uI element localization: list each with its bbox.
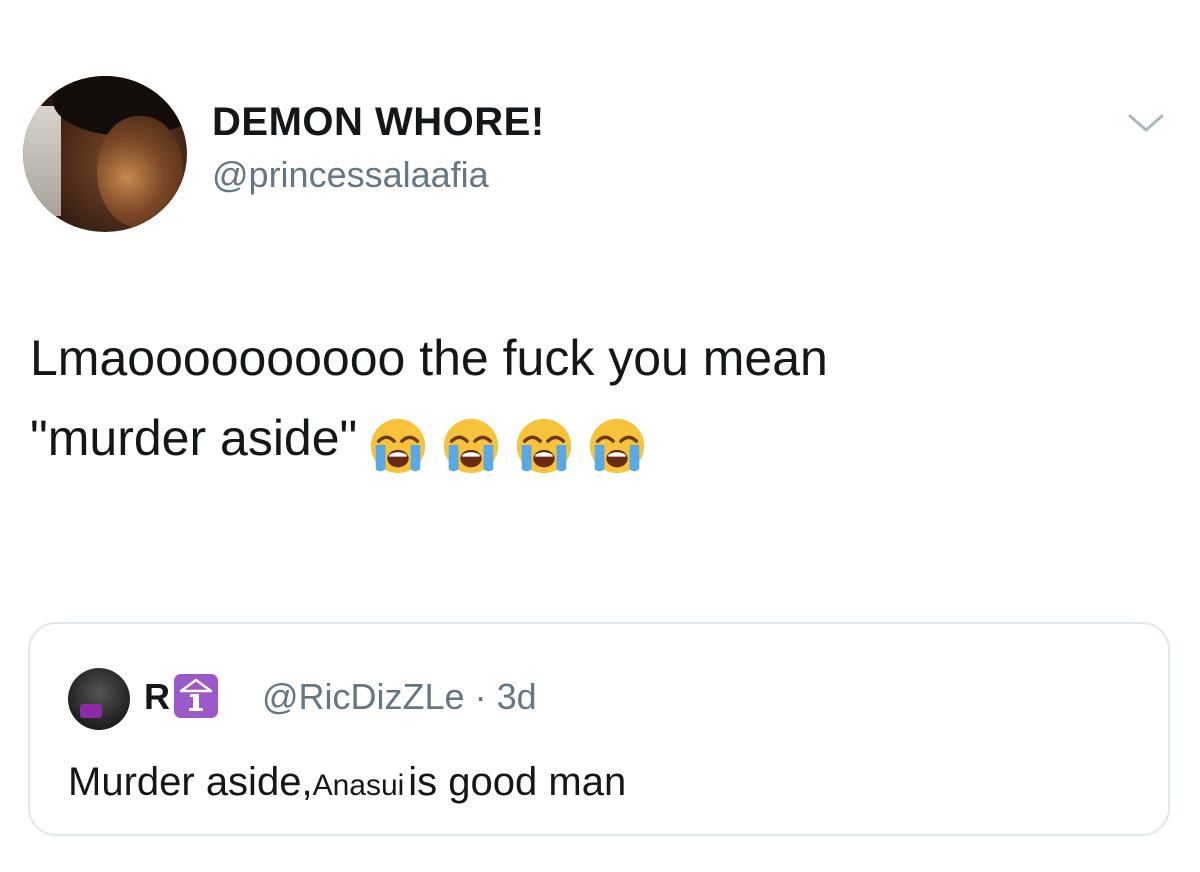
author-avatar[interactable] bbox=[23, 76, 187, 232]
tweet-text-line-2: "murder aside" bbox=[30, 398, 1180, 482]
emoji-row bbox=[367, 402, 659, 482]
quoted-author-handle[interactable]: @RicDizZLe bbox=[262, 676, 465, 717]
quoted-tweet-card[interactable]: R @RicDizZLe · 3d Murder aside,Anasui is … bbox=[28, 622, 1170, 836]
loudly-crying-face-icon bbox=[444, 418, 499, 473]
quoted-text-before: Murder aside, bbox=[68, 760, 313, 804]
loudly-crying-face-icon bbox=[517, 418, 572, 473]
quoted-text-inserted: Anasui bbox=[312, 769, 405, 802]
quoted-tweet-time[interactable]: 3d bbox=[497, 676, 537, 717]
loudly-crying-face-icon bbox=[371, 418, 426, 473]
meta-separator: · bbox=[474, 676, 487, 717]
loudly-crying-face-icon bbox=[590, 418, 645, 473]
author-handle[interactable]: @princessalaafia bbox=[212, 154, 489, 196]
quoted-text-after: is good man bbox=[408, 760, 627, 804]
chevron-down-icon[interactable] bbox=[1126, 110, 1166, 136]
info-keycap-icon bbox=[174, 674, 218, 718]
tweet-text-line-1: Lmaoooooooooo the fuck you mean bbox=[30, 330, 828, 386]
quoted-author-handle-line: @RicDizZLe · 3d bbox=[262, 676, 537, 718]
avatar-background bbox=[23, 106, 61, 216]
quoted-tweet-text: Murder aside,Anasui is good man bbox=[68, 760, 626, 805]
quoted-author-name[interactable]: R bbox=[144, 676, 170, 718]
avatar-detail bbox=[80, 704, 102, 718]
tweet-text: Lmaoooooooooo the fuck you mean "murder … bbox=[30, 318, 1180, 482]
author-display-name[interactable]: DEMON WHORE! bbox=[212, 100, 545, 145]
tweet-text-quote: "murder aside" bbox=[30, 410, 358, 466]
avatar-face bbox=[97, 116, 183, 228]
quoted-author-avatar[interactable] bbox=[68, 668, 130, 730]
